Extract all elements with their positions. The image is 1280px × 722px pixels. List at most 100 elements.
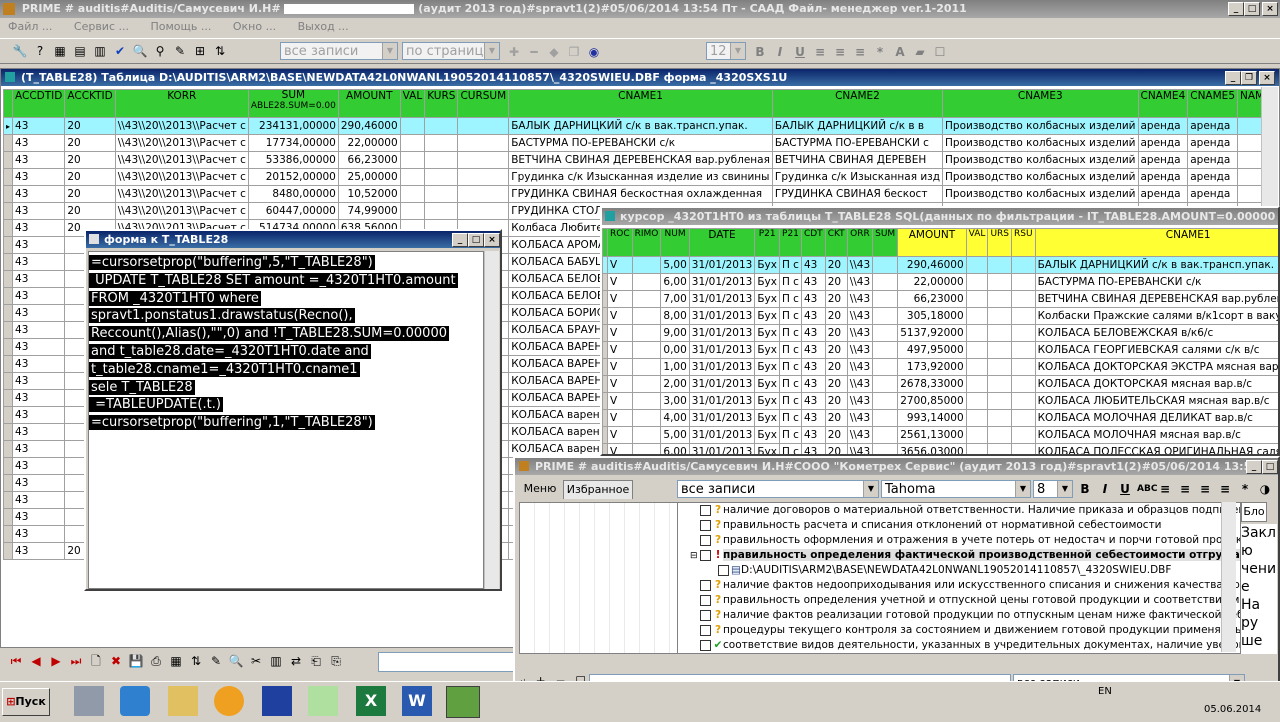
cursor-row[interactable]: V2,0031/01/2013БухП с4320\\432678,33000К…	[603, 376, 1280, 393]
cursor-cell[interactable]	[632, 427, 661, 444]
cursor-cell[interactable]: 6,00	[661, 274, 689, 291]
row-marker[interactable]	[4, 509, 13, 526]
prime-align-right-icon[interactable]: ≡	[1197, 481, 1213, 497]
table-cell[interactable]: 20	[65, 118, 115, 135]
folder-icon[interactable]	[168, 686, 198, 716]
table-cell[interactable]	[400, 135, 425, 152]
row-marker[interactable]	[4, 271, 13, 288]
cursor-cell[interactable]: 305,18000	[898, 308, 966, 325]
table-close-button[interactable]: ×	[1259, 71, 1275, 85]
cursor-cell[interactable]: 43	[801, 257, 825, 274]
table-cell[interactable]: 43	[13, 373, 65, 390]
cursor-col-num[interactable]: NUM	[661, 229, 689, 257]
table-cell[interactable]	[1238, 152, 1262, 169]
row-marker[interactable]	[4, 526, 13, 543]
row-marker[interactable]	[4, 373, 13, 390]
tools-icon[interactable]: 🔧	[12, 43, 28, 59]
table-cell[interactable]: 43	[13, 458, 65, 475]
table-cell[interactable]: аренда	[1188, 135, 1238, 152]
cursor-cell[interactable]: П с	[779, 393, 801, 410]
table-view-icon[interactable]: ▦	[168, 653, 184, 669]
table-cell[interactable]: ГРУДИНКА СВИНАЯ бескостная охлажденная	[509, 186, 773, 203]
cursor-cell[interactable]: П с	[779, 274, 801, 291]
cursor-cell[interactable]: 43	[801, 291, 825, 308]
tree-checkbox[interactable]	[700, 505, 711, 516]
table-cell[interactable]: аренда	[1138, 169, 1188, 186]
cursor-cell[interactable]: Бух	[755, 410, 780, 427]
row-marker[interactable]	[4, 475, 13, 492]
cursor-col-roc[interactable]: ROC	[608, 229, 633, 257]
cursor-row[interactable]: V8,0031/01/2013БухП с4320\\43305,18000Ко…	[603, 308, 1280, 325]
align-right-icon[interactable]: ≡	[852, 44, 868, 60]
table-cell[interactable]: 43	[13, 543, 65, 560]
row-marker[interactable]	[4, 152, 13, 169]
grid-edit-icon[interactable]: ▥	[268, 653, 284, 669]
cursor-row[interactable]: V5,0031/01/2013БухП с4320\\432561,13000К…	[603, 427, 1280, 444]
prime-tree-scrollbar[interactable]	[1221, 502, 1236, 652]
tree-item[interactable]: ?правильность оформления и отражения в у…	[678, 533, 1240, 548]
cursor-cell[interactable]	[966, 257, 988, 274]
align-center-icon[interactable]: ≡	[832, 44, 848, 60]
cursor-cell[interactable]: Бух	[755, 427, 780, 444]
cursor-cell[interactable]: П с	[779, 291, 801, 308]
cursor-cell[interactable]	[988, 427, 1012, 444]
prime-filter-combo[interactable]: все записи▼	[677, 480, 879, 498]
table-cell[interactable]: 20	[65, 152, 115, 169]
table-cell[interactable]: БАСТУРМА ПО-ЕРЕВАНСКИ с	[772, 135, 942, 152]
table-cell[interactable]: 43	[13, 339, 65, 356]
col-accktid[interactable]: ACCKTID	[65, 90, 115, 118]
cursor-cell[interactable]	[1012, 308, 1036, 325]
table-cell[interactable]: 8480,00000	[248, 186, 338, 203]
cursor-cell[interactable]: 43	[801, 393, 825, 410]
table-cell[interactable]: \\43\\20\\2013\\Расчет с	[115, 169, 248, 186]
prime-font-size-combo[interactable]: 8▼	[1033, 480, 1073, 498]
cursor-cell[interactable]	[1012, 291, 1036, 308]
row-marker[interactable]	[4, 220, 13, 237]
floppy-icon[interactable]	[262, 686, 292, 716]
cursor-cell[interactable]: КОЛБАСА МОЛОЧНАЯ мясная вар.в/с	[1035, 427, 1280, 444]
cursor-cell[interactable]	[873, 427, 898, 444]
table-row[interactable]: 4320\\43\\20\\2013\\Расчет с17734,000002…	[4, 135, 1262, 152]
table-cell[interactable]: 43	[13, 475, 65, 492]
cursor-cell[interactable]: 1,00	[661, 359, 689, 376]
app-maximize-button[interactable]: □	[1244, 2, 1260, 16]
prime-underline-button[interactable]: U	[1117, 481, 1133, 497]
table-cell[interactable]: аренда	[1138, 186, 1188, 203]
cursor-col-sum[interactable]: SUM	[873, 229, 898, 257]
zoom-icon[interactable]: 🔍	[228, 653, 244, 669]
cursor-col-cdt[interactable]: CDT	[801, 229, 825, 257]
col-korr[interactable]: KORR	[115, 90, 248, 118]
export-icon[interactable]: ⎗	[308, 653, 324, 669]
table-cell[interactable]	[458, 203, 509, 220]
cursor-cell[interactable]	[632, 342, 661, 359]
table-cell[interactable]: 10,52000	[338, 186, 400, 203]
cursor-cell[interactable]: \\43	[847, 359, 872, 376]
cursor-cell[interactable]: 3,00	[661, 393, 689, 410]
bold-button[interactable]: B	[752, 44, 768, 60]
cursor-cell[interactable]: 20	[825, 257, 847, 274]
excel-icon[interactable]: X	[356, 686, 386, 716]
cursor-cell[interactable]: П с	[779, 427, 801, 444]
col-sum[interactable]: SUM ABLE28.SUM=0.00	[248, 90, 338, 118]
cursor-cell[interactable]: V	[608, 325, 633, 342]
cursor-cell[interactable]: Бух	[755, 376, 780, 393]
table-cell[interactable]: 43	[13, 526, 65, 543]
filter-icon[interactable]: ⊞	[192, 43, 208, 59]
table-cell[interactable]: 43	[13, 288, 65, 305]
form-minimize-button[interactable]: _	[452, 233, 468, 247]
word-icon[interactable]: W	[402, 686, 432, 716]
cursor-cell[interactable]	[873, 274, 898, 291]
cursor-cell[interactable]	[966, 274, 988, 291]
table-cell[interactable]	[458, 169, 509, 186]
cursor-cell[interactable]: 2700,85000	[898, 393, 966, 410]
table-row[interactable]: 4320\\43\\20\\2013\\Расчет с53386,000006…	[4, 152, 1262, 169]
table-cell[interactable]: 43	[13, 322, 65, 339]
table-cell[interactable]: \\43\\20\\2013\\Расчет с	[115, 152, 248, 169]
cursor-cell[interactable]: 2561,13000	[898, 427, 966, 444]
cursor-cell[interactable]: 8,00	[661, 308, 689, 325]
table-row[interactable]: 4320\\43\\20\\2013\\Расчет с8480,0000010…	[4, 186, 1262, 203]
menu-window[interactable]: Окно ...	[233, 20, 276, 33]
tree-collapse-icon[interactable]: ⊟	[690, 549, 700, 563]
cursor-cell[interactable]	[632, 410, 661, 427]
form-code-editor[interactable]: =cursorsetprop("buffering",5,"T_TABLE28"…	[88, 251, 484, 589]
